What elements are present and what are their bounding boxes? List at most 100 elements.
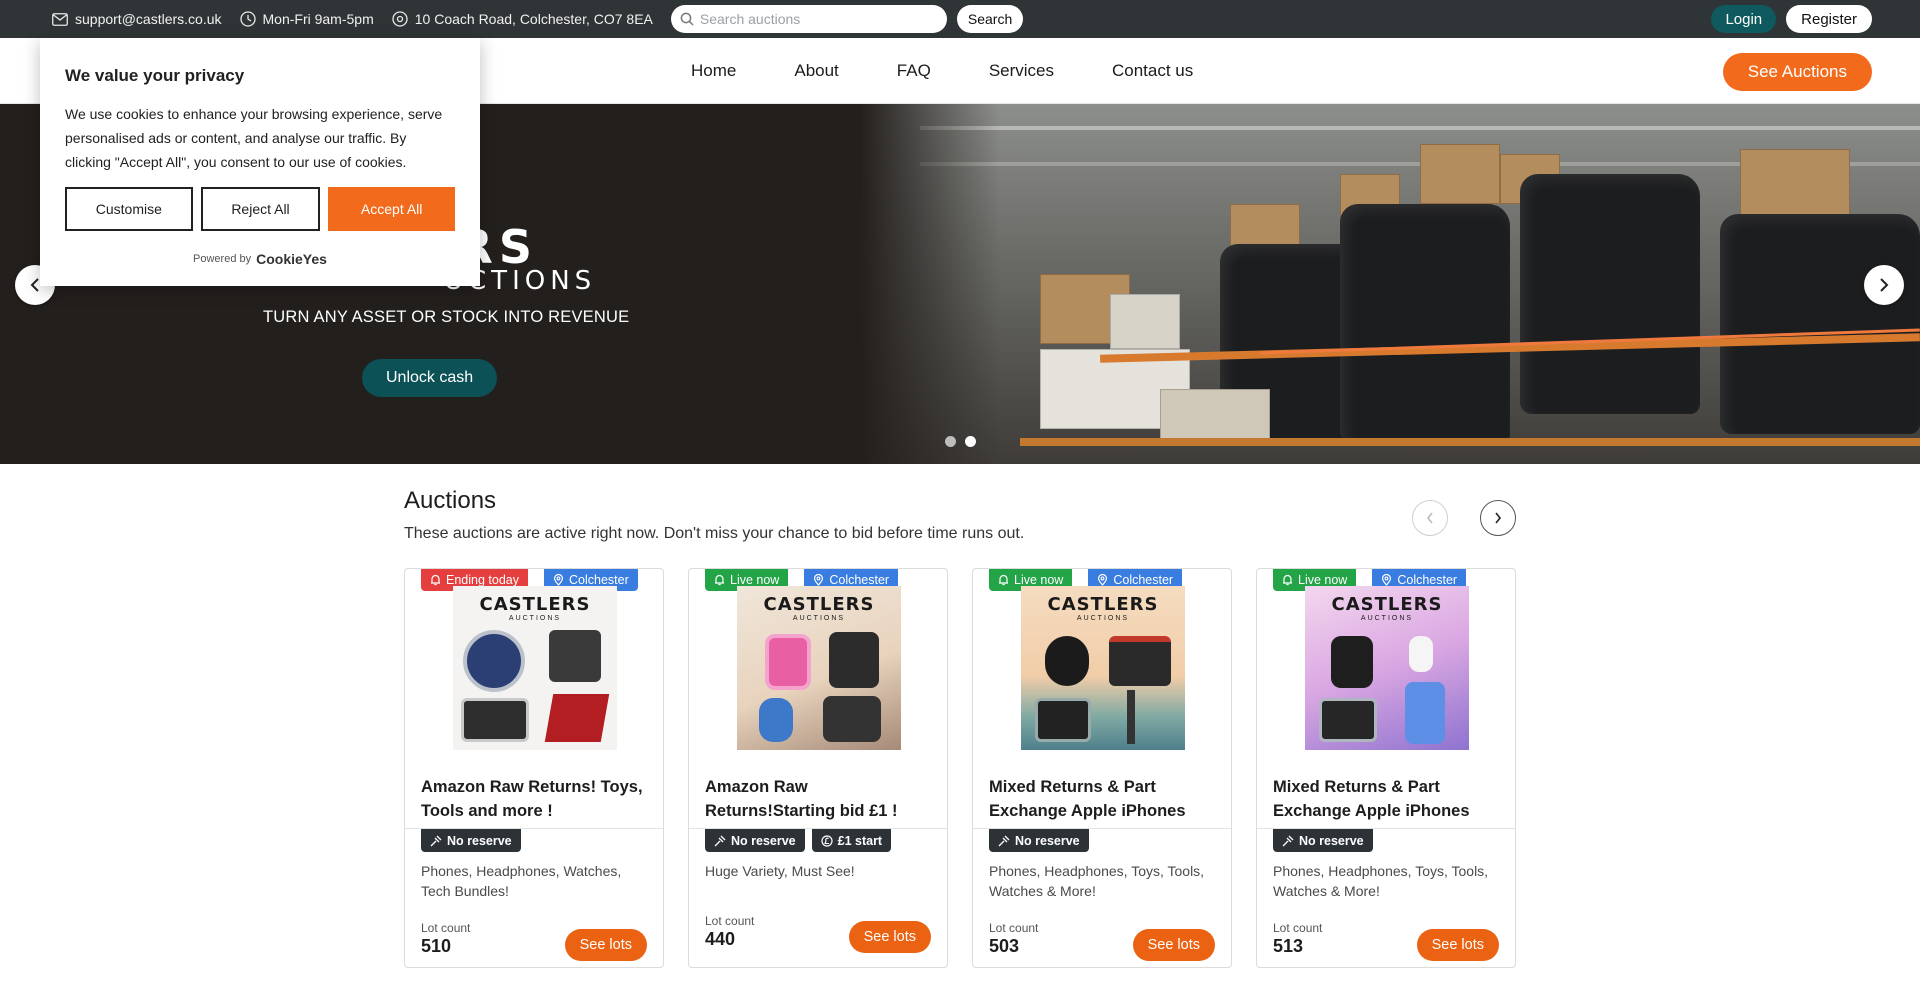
jump-starter-image bbox=[1109, 636, 1171, 686]
clock-icon bbox=[239, 11, 256, 27]
lot-count-label: Lot count bbox=[989, 921, 1039, 935]
smart-device-image bbox=[829, 632, 879, 688]
thumbnail-brand: CASTLERS bbox=[479, 594, 591, 615]
accept-all-button[interactable]: Accept All bbox=[328, 187, 455, 231]
nav-link-faq[interactable]: FAQ bbox=[897, 61, 931, 81]
cookieyes-logo[interactable]: CookieYes bbox=[256, 251, 327, 267]
unlock-cash-button[interactable]: Unlock cash bbox=[362, 359, 498, 397]
no-reserve-chip: No reserve bbox=[1273, 829, 1373, 852]
card-description: Phones, Headphones, Watches, Tech Bundle… bbox=[421, 863, 622, 899]
nav-link-home[interactable]: Home bbox=[691, 61, 736, 81]
lot-count-label: Lot count bbox=[421, 921, 471, 935]
customise-button[interactable]: Customise bbox=[65, 187, 193, 231]
no-reserve-chip: No reserve bbox=[421, 829, 521, 852]
auction-thumbnail: CASTLERS AUCTIONS bbox=[737, 586, 901, 750]
auction-thumbnail: CASTLERS AUCTIONS bbox=[453, 586, 617, 750]
auction-thumbnail: CASTLERS AUCTIONS bbox=[1305, 586, 1469, 750]
see-lots-button[interactable]: See lots bbox=[848, 921, 931, 953]
powered-by-label: Powered by bbox=[193, 253, 252, 265]
lot-count-value: 503 bbox=[989, 936, 1020, 956]
carousel-dot[interactable] bbox=[945, 436, 956, 447]
status-text: Ending today bbox=[446, 573, 519, 587]
nav-link-contact[interactable]: Contact us bbox=[1112, 61, 1193, 81]
scooter-image bbox=[1127, 690, 1135, 744]
saw-image bbox=[544, 694, 610, 742]
card-title[interactable]: Mixed Returns & Part Exchange Apple iPho… bbox=[1273, 775, 1505, 823]
hero-warehouse-image bbox=[860, 104, 1920, 464]
location-pin-icon bbox=[814, 574, 824, 586]
see-lots-button[interactable]: See lots bbox=[564, 929, 647, 961]
hero-next-button[interactable] bbox=[1864, 265, 1904, 305]
diagnostic-tool-image bbox=[1319, 698, 1377, 742]
thumbnail-brand-sub: AUCTIONS bbox=[792, 615, 846, 622]
bell-icon bbox=[1283, 574, 1292, 586]
cardboard-box bbox=[1420, 144, 1500, 204]
card-chips: No reserve bbox=[989, 829, 1096, 852]
opening-hours: Mon-Fri 9am-5pm bbox=[239, 11, 374, 27]
start-price-chip: £1 start bbox=[811, 829, 892, 852]
thumbnail-brand: CASTLERS bbox=[1331, 594, 1443, 615]
thumbnail-brand-sub: AUCTIONS bbox=[508, 615, 562, 622]
auctions-next-button[interactable] bbox=[1480, 500, 1516, 536]
card-chips: No reserve bbox=[1273, 829, 1380, 852]
lot-count-value: 440 bbox=[705, 929, 736, 949]
lot-count-label: Lot count bbox=[705, 914, 755, 928]
hero-tagline: TURN ANY ASSET OR STOCK INTO REVENUE bbox=[263, 308, 630, 326]
thumbnail-brand-sub: AUCTIONS bbox=[1076, 615, 1130, 622]
address-text: 10 Coach Road, Colchester, CO7 8EA bbox=[414, 11, 653, 27]
see-lots-button[interactable]: See lots bbox=[1132, 929, 1215, 961]
card-title[interactable]: Amazon Raw Returns! Toys, Tools and more… bbox=[421, 775, 653, 823]
auctions-title: Auctions bbox=[404, 487, 497, 514]
auctions-section: Auctions These auctions are active right… bbox=[404, 487, 1516, 543]
roof-beam bbox=[920, 126, 1920, 130]
search-input[interactable] bbox=[699, 11, 930, 27]
bell-icon bbox=[715, 574, 724, 586]
auction-card[interactable]: Live now Colchester CASTLERS AUCTIONS Am… bbox=[688, 568, 948, 968]
search-button[interactable]: Search bbox=[956, 5, 1024, 33]
chevron-left-icon bbox=[1426, 512, 1433, 524]
card-title[interactable]: Mixed Returns & Part Exchange Apple iPho… bbox=[989, 775, 1221, 823]
register-button[interactable]: Register bbox=[1786, 5, 1872, 33]
gavel-icon bbox=[998, 835, 1010, 846]
status-text: Live now bbox=[1298, 573, 1348, 587]
no-reserve-chip: No reserve bbox=[989, 829, 1089, 852]
auctions-prev-button[interactable] bbox=[1412, 500, 1448, 536]
card-description: Phones, Headphones, Toys, Tools, Watches… bbox=[989, 863, 1205, 899]
lot-count-value: 513 bbox=[1273, 936, 1304, 956]
contact-info: support@castlers.co.uk Mon-Fri 9am-5pm 1… bbox=[52, 11, 671, 27]
boxed-goods bbox=[1160, 389, 1270, 444]
nav-link-services[interactable]: Services bbox=[989, 61, 1054, 81]
see-auctions-button[interactable]: See Auctions bbox=[1722, 53, 1872, 91]
powered-by: Powered by CookieYes bbox=[65, 251, 455, 267]
thumbnail-brand: CASTLERS bbox=[1047, 594, 1159, 615]
nav-link-about[interactable]: About bbox=[794, 61, 838, 81]
status-text: Live now bbox=[730, 573, 780, 587]
cardboard-box bbox=[1110, 294, 1180, 349]
card-description: Huge Variety, Must See! bbox=[705, 863, 855, 879]
address: 10 Coach Road, Colchester, CO7 8EA bbox=[392, 11, 653, 27]
search-form: Search bbox=[670, 5, 1024, 33]
see-lots-button[interactable]: See lots bbox=[1416, 929, 1499, 961]
reject-all-button[interactable]: Reject All bbox=[200, 187, 321, 231]
carousel-dot-active[interactable] bbox=[965, 436, 976, 447]
auction-card[interactable]: Ending today Colchester CASTLERS AUCTION… bbox=[404, 568, 664, 968]
auction-card[interactable]: Live now Colchester CASTLERS AUCTIONS Mi… bbox=[972, 568, 1232, 968]
cookie-body: We use cookies to enhance your browsing … bbox=[65, 106, 443, 170]
card-title[interactable]: Amazon Raw Returns!Starting bid £1 ! bbox=[705, 775, 937, 823]
login-button[interactable]: Login bbox=[1711, 5, 1777, 33]
tool-image bbox=[461, 698, 529, 742]
auction-card[interactable]: Live now Colchester CASTLERS AUCTIONS Mi… bbox=[1256, 568, 1516, 968]
search-box bbox=[670, 5, 947, 33]
location-pin-icon bbox=[392, 11, 408, 27]
card-description: Phones, Headphones, Toys, Tools, Watches… bbox=[1273, 863, 1489, 899]
location-pin-icon bbox=[553, 574, 564, 586]
gavel-icon bbox=[1282, 835, 1294, 846]
email-contact[interactable]: support@castlers.co.uk bbox=[52, 11, 222, 27]
diagnostic-tool-image bbox=[1035, 698, 1091, 742]
no-reserve-chip: No reserve bbox=[705, 829, 805, 852]
wrapped-pallet bbox=[1340, 204, 1510, 444]
chip-text: £1 start bbox=[837, 833, 883, 848]
lot-count-value: 510 bbox=[421, 936, 452, 956]
device-image bbox=[549, 630, 601, 682]
chip-text: No reserve bbox=[1299, 833, 1364, 848]
